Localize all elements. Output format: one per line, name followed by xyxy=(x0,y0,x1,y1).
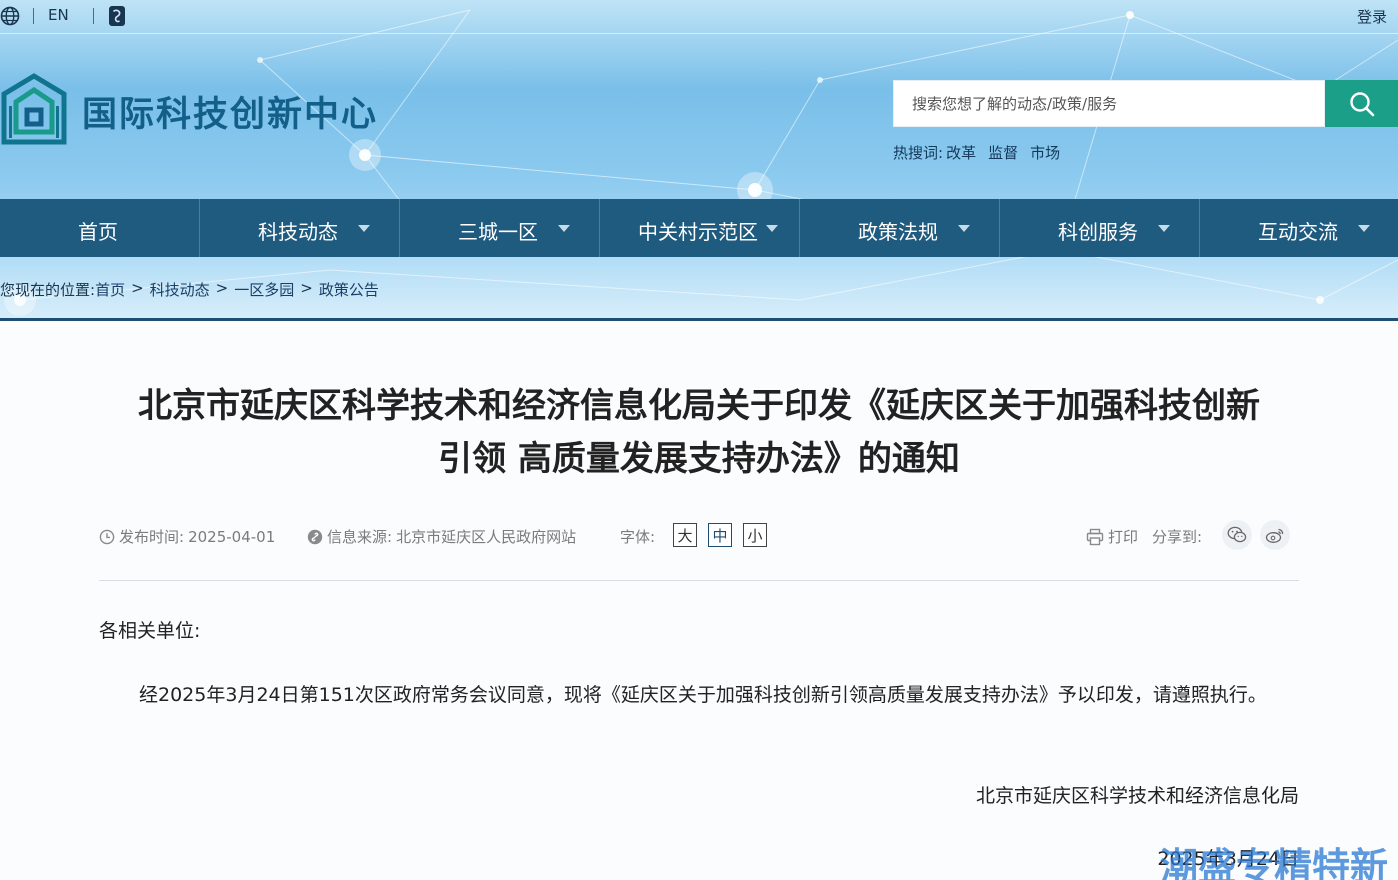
hot-search-label: 热搜词: xyxy=(893,144,944,162)
wechat-icon xyxy=(1227,526,1247,543)
main-navigation: 首页 科技动态 三城一区 中关村示范区 政策法规 科创服务 互动交流 xyxy=(0,199,1398,257)
article-title-line1: 北京市延庆区科学技术和经济信息化局关于印发《延庆区关于加强科技创新 xyxy=(138,386,1260,426)
nav-item-label: 互动交流 xyxy=(1258,220,1338,244)
header-rule xyxy=(0,318,1398,321)
share-wechat-button[interactable] xyxy=(1222,520,1252,550)
weibo-icon xyxy=(1265,528,1284,543)
topbar-divider xyxy=(33,8,34,24)
nav-item-label: 科技动态 xyxy=(258,220,338,244)
nav-item-innovation-services[interactable]: 科创服务 xyxy=(1000,199,1200,257)
info-source-value: 北京市延庆区人民政府网站 xyxy=(396,528,577,546)
logo-emblem[interactable] xyxy=(0,68,68,152)
font-size-label: 字体: xyxy=(620,528,656,546)
nav-item-label: 中关村示范区 xyxy=(638,220,758,244)
chevron-down-icon xyxy=(766,225,778,232)
nav-item-interaction[interactable]: 互动交流 xyxy=(1200,199,1398,257)
breadcrumb-separator: > xyxy=(300,279,313,297)
globe-icon[interactable] xyxy=(0,6,20,26)
publish-date-value: 2025-04-01 xyxy=(188,527,276,546)
printer-icon xyxy=(1086,528,1104,545)
publish-date-label: 发布时间: xyxy=(119,528,185,546)
nav-item-zgc-demo-zone[interactable]: 中关村示范区 xyxy=(600,199,800,257)
article-meta: 发布时间: 2025-04-01 信息来源: 北京市延庆区人民政府网站 字体: … xyxy=(99,520,1299,550)
breadcrumb-link[interactable]: 科技动态 xyxy=(150,279,210,300)
chevron-down-icon xyxy=(358,225,370,232)
publish-date: 发布时间: 2025-04-01 xyxy=(99,526,275,547)
print-button[interactable]: 打印 xyxy=(1086,526,1138,547)
site-logo-text[interactable]: 国际科技创新中心 xyxy=(82,86,378,137)
mini-program-icon[interactable] xyxy=(108,5,126,27)
chevron-down-icon xyxy=(958,225,970,232)
breadcrumb-link[interactable]: 政策公告 xyxy=(319,279,379,300)
nav-item-home[interactable]: 首页 xyxy=(0,199,200,257)
info-source-label: 信息来源: xyxy=(327,528,393,546)
breadcrumb-separator: > xyxy=(215,279,229,297)
info-source: 信息来源: 北京市延庆区人民政府网站 xyxy=(307,526,576,547)
clock-icon xyxy=(99,529,115,544)
nav-item-three-cities[interactable]: 三城一区 xyxy=(400,199,600,257)
topbar-divider xyxy=(93,8,94,24)
share-label: 分享到: xyxy=(1152,528,1203,546)
chevron-down-icon xyxy=(558,225,570,232)
nav-item-label: 政策法规 xyxy=(858,220,938,244)
font-size-medium-button[interactable]: 中 xyxy=(708,523,732,547)
link-icon xyxy=(307,529,323,544)
login-link[interactable]: 登录 xyxy=(1357,6,1387,27)
meta-divider xyxy=(99,580,1299,581)
nav-item-tech-news[interactable]: 科技动态 xyxy=(200,199,400,257)
hot-word[interactable]: 改革 xyxy=(946,142,976,163)
print-label: 打印 xyxy=(1108,528,1139,546)
search-box xyxy=(893,80,1325,127)
article-salutation: 各相关单位: xyxy=(99,620,201,642)
hot-word[interactable]: 市场 xyxy=(1030,142,1060,163)
language-switch-en[interactable]: EN xyxy=(48,6,69,24)
nav-item-label: 首页 xyxy=(78,220,118,244)
watermark-text: 潮盛专精特新 xyxy=(1160,845,1389,880)
article-title: 北京市延庆区科学技术和经济信息化局关于印发《延庆区关于加强科技创新 引领 高质量… xyxy=(99,380,1299,486)
breadcrumb-link[interactable]: 首页 xyxy=(95,279,125,300)
site-header: EN 登录 国际科技创新中心 热搜词: 改革 监督 市场 xyxy=(0,0,1398,321)
hot-word[interactable]: 监督 xyxy=(988,142,1018,163)
search-button[interactable] xyxy=(1325,80,1398,127)
search-icon xyxy=(1349,91,1374,116)
article-signature-date: 2025年3月24日 xyxy=(1157,848,1299,870)
nav-item-policies[interactable]: 政策法规 xyxy=(800,199,1000,257)
share-weibo-button[interactable] xyxy=(1260,520,1290,550)
chevron-down-icon xyxy=(1358,225,1370,232)
header-background-art xyxy=(4,9,1398,316)
article-title-line2: 引领 高质量发展支持办法》的通知 xyxy=(438,439,960,479)
nav-item-label: 三城一区 xyxy=(458,220,538,244)
hot-search-words: 热搜词: 改革 监督 市场 xyxy=(893,142,1072,163)
breadcrumb: 您现在的位置: 首页 > 科技动态 > 一区多园 > 政策公告 xyxy=(0,279,379,300)
top-bar: EN 登录 xyxy=(0,0,1398,34)
breadcrumb-separator: > xyxy=(131,279,144,297)
article-signature-org: 北京市延庆区科学技术和经济信息化局 xyxy=(975,785,1299,807)
search-input[interactable] xyxy=(894,81,1324,126)
font-size-small-button[interactable]: 小 xyxy=(743,523,767,547)
font-size-large-button[interactable]: 大 xyxy=(673,523,697,547)
nav-item-label: 科创服务 xyxy=(1058,220,1138,244)
article-body-paragraph: 经2025年3月24日第151次区政府常务会议同意，现将《延庆区关于加强科技创新… xyxy=(139,684,1267,706)
breadcrumb-link[interactable]: 一区多园 xyxy=(234,279,294,300)
breadcrumb-prefix: 您现在的位置: xyxy=(0,281,96,299)
chevron-down-icon xyxy=(1158,225,1170,232)
